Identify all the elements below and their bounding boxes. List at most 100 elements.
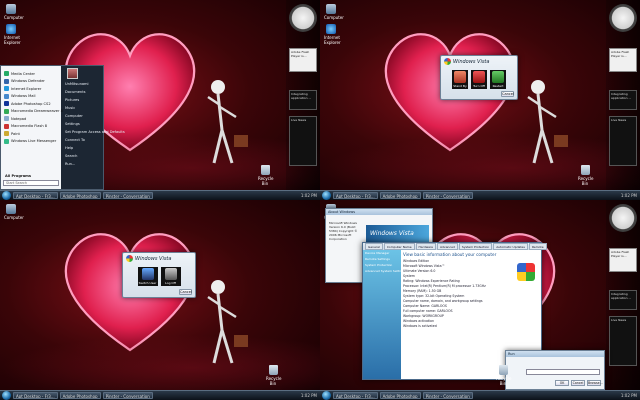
ie-icon — [4, 86, 9, 92]
sm-right-item[interactable]: Search — [63, 152, 103, 160]
taskbar-button[interactable]: Pinster - Conversation — [102, 392, 153, 399]
sm-item[interactable]: Paint — [2, 130, 60, 138]
desktop-icon-computer[interactable]: Computer — [4, 4, 24, 20]
stick-figure — [207, 80, 248, 164]
tray-clock[interactable]: 1:02 PM — [301, 393, 320, 398]
desktop-icon-recycle[interactable]: Recycle Bin — [258, 165, 273, 186]
gadget-notice[interactable]: Integrating application ... — [609, 290, 637, 310]
ok-button[interactable]: OK — [555, 380, 569, 386]
cancel-button[interactable]: Cancel — [501, 91, 514, 97]
sm-right-item[interactable]: Run... — [63, 160, 103, 168]
media-center-icon — [4, 71, 9, 77]
taskbar-button[interactable]: Pinster - Conversation — [422, 392, 473, 399]
sm-item[interactable]: Windows Live Messenger — [2, 138, 60, 146]
gadget-news[interactable]: Live News — [609, 116, 637, 166]
recycle-bin-icon — [498, 365, 508, 375]
clock-gadget — [289, 4, 317, 32]
sm-item[interactable]: Internet Explorer — [2, 85, 60, 93]
turn-off-button[interactable]: Turn Off — [471, 69, 487, 89]
sidebar: Adobe Flash Player is... Integrating app… — [606, 200, 640, 390]
avatar — [67, 68, 78, 79]
gadget-news[interactable]: Live News — [609, 316, 637, 366]
sm-right-item[interactable]: Computer — [63, 112, 103, 120]
start-search-input[interactable]: Start Search — [3, 180, 59, 186]
all-programs-button[interactable]: All Programs — [5, 174, 31, 178]
task-link[interactable]: Advanced System Settings — [363, 268, 405, 274]
desktop-icon-ie[interactable]: Internet Explorer — [324, 24, 341, 45]
desktop-icon-ie[interactable]: Internet Explorer — [4, 24, 21, 45]
restart-button[interactable]: Restart — [490, 69, 506, 89]
sm-right-item[interactable]: Documents — [63, 88, 103, 96]
start-orb-icon[interactable] — [2, 191, 11, 200]
tab-remote[interactable]: Remote — [528, 243, 547, 250]
tab-computer-name[interactable]: Computer Name — [383, 243, 415, 250]
cancel-button[interactable]: Cancel — [571, 380, 585, 386]
tab-system-protection[interactable]: System Protection — [458, 243, 493, 250]
cancel-button[interactable]: Cancel — [179, 289, 192, 295]
sm-item[interactable]: Notepad — [2, 115, 60, 123]
sm-right-item[interactable]: UnMitsunami — [63, 80, 103, 88]
recycle-bin-icon — [260, 165, 270, 175]
taskbar-button[interactable]: Adobe Photoshop — [59, 392, 101, 399]
gadget-notice[interactable]: Integrating application ... — [289, 90, 317, 110]
sm-right-item[interactable]: Set Program Access and Defaults — [63, 128, 125, 136]
gadget-news[interactable]: Live News — [289, 116, 317, 166]
gadget-flash[interactable]: Adobe Flash Player is... — [609, 248, 637, 272]
system-tabs: General Computer Name Hardware Advanced … — [363, 243, 547, 250]
taskbar: Apt Desktop - Fr3... Adobe Photoshop Pin… — [0, 190, 320, 200]
taskbar-button[interactable]: Adobe Photoshop — [379, 192, 421, 199]
sm-item[interactable]: Adobe Photoshop CS2 — [2, 100, 60, 108]
taskbar-button[interactable]: Adobe Photoshop — [379, 392, 421, 399]
info-row: Windows is activated — [403, 324, 437, 328]
sm-right-item[interactable]: Connect To — [63, 136, 103, 144]
taskbar-button[interactable]: Adobe Photoshop — [59, 192, 101, 199]
tab-general[interactable]: General — [365, 243, 383, 250]
windows-logo-icon — [517, 263, 535, 281]
desktop-icon-recycle[interactable]: Recycle Bin — [578, 165, 593, 186]
desktop-icon-recycle[interactable]: Recycle Bin — [266, 365, 281, 386]
system-tasks-pane: Device Manager Remote Settings System Pr… — [363, 250, 405, 379]
tray-clock[interactable]: 1:02 PM — [621, 193, 640, 198]
stand-by-button[interactable]: Stand By — [452, 69, 468, 89]
sm-right-item[interactable]: Music — [63, 104, 103, 112]
sm-right-item[interactable]: Help — [63, 144, 103, 152]
start-orb-icon[interactable] — [322, 191, 331, 200]
sm-item[interactable]: Macromedia Flash 8 — [2, 123, 60, 131]
taskbar-button[interactable]: Apt Desktop - Fr3... — [333, 192, 378, 199]
desktop-icon-recycle[interactable]: Recycle Bin — [496, 365, 511, 386]
gadget-flash[interactable]: Adobe Flash Player is... — [289, 48, 317, 72]
tray-clock[interactable]: 1:02 PM — [621, 393, 640, 398]
desktop-icon-computer[interactable]: Computer — [324, 4, 344, 20]
desktop-start-menu: Computer Internet Explorer Adobe Flash P… — [0, 0, 320, 200]
sm-item[interactable]: Windows Mail — [2, 93, 60, 101]
sm-right-item[interactable]: Pictures — [63, 96, 103, 104]
dialog-title: Windows Vista — [123, 253, 195, 264]
gadget-flash[interactable]: Adobe Flash Player is... — [609, 48, 637, 72]
run-input[interactable] — [526, 369, 600, 375]
sidebar: Adobe Flash Player is... Integrating app… — [286, 0, 320, 190]
switch-user-button[interactable]: Switch User — [137, 267, 158, 286]
taskbar-button[interactable]: Apt Desktop - Fr3... — [13, 392, 58, 399]
sm-item[interactable]: Media Center — [2, 70, 60, 78]
tab-hardware[interactable]: Hardware — [415, 243, 437, 250]
shutdown-dialog: Windows Vista Stand By Turn Off Restart … — [440, 55, 518, 100]
desktop-icon-computer[interactable]: Computer — [4, 204, 24, 220]
taskbar-button[interactable]: Pinster - Conversation — [422, 192, 473, 199]
start-orb-icon[interactable] — [322, 391, 331, 400]
system-heading: View basic information about your comput… — [403, 252, 497, 257]
sm-item[interactable]: Windows Defender — [2, 78, 60, 86]
sm-right-item[interactable]: Settings — [63, 120, 103, 128]
recycle-bin-icon — [580, 165, 590, 175]
start-orb-icon[interactable] — [2, 391, 11, 400]
taskbar-button[interactable]: Apt Desktop - Fr3... — [13, 192, 58, 199]
browse-button[interactable]: Browse... — [587, 380, 603, 386]
sm-item[interactable]: Macromedia Dreamweaver 8 — [2, 108, 63, 116]
gadget-notice[interactable]: Integrating application ... — [609, 90, 637, 110]
log-off-button[interactable]: Log Off — [160, 267, 181, 286]
start-menu-places: UnMitsunami Documents Pictures Music Com… — [63, 80, 125, 168]
tray-clock[interactable]: 1:02 PM — [301, 193, 320, 198]
taskbar-button[interactable]: Apt Desktop - Fr3... — [333, 392, 378, 399]
tab-automatic-updates[interactable]: Automatic Updates — [493, 243, 528, 250]
tab-advanced[interactable]: Advanced — [437, 243, 458, 250]
taskbar-button[interactable]: Pinster - Conversation — [102, 192, 153, 199]
